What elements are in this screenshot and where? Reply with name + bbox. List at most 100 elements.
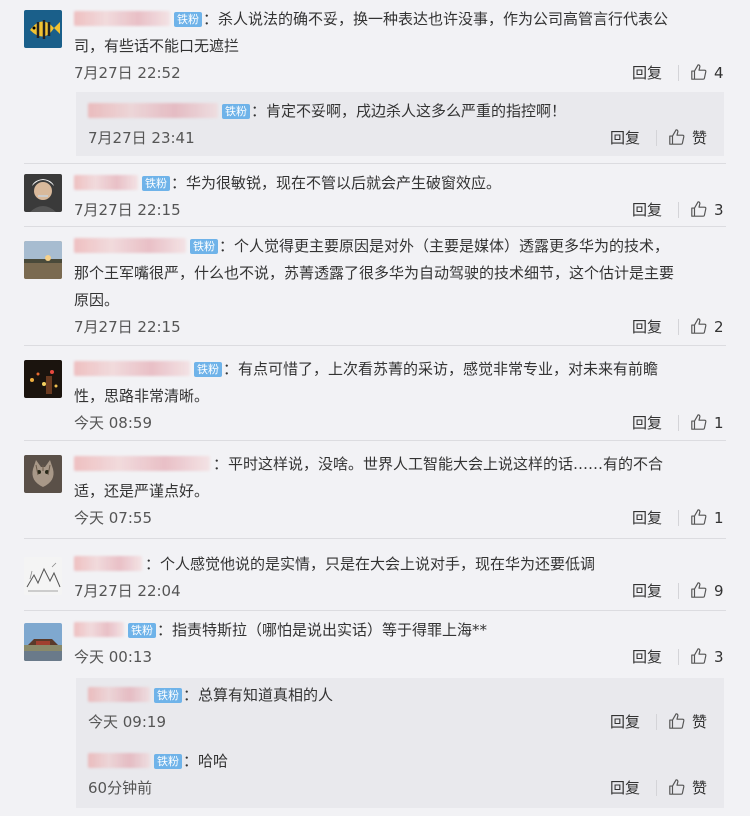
- cat-avatar-icon: [24, 455, 62, 493]
- comment-7: 铁粉 ：指责特斯拉（哪怕是说出实话）等于得罪上海** 今天 00:13 回复 3: [0, 611, 750, 673]
- avatar[interactable]: [24, 10, 62, 48]
- reply-button[interactable]: 回复: [632, 646, 662, 668]
- like-button[interactable]: 3: [690, 199, 724, 221]
- username[interactable]: [74, 556, 142, 571]
- timestamp: 今天 00:13: [74, 648, 152, 666]
- thumbs-up-icon: [691, 582, 707, 598]
- like-label: 赞: [692, 779, 708, 797]
- divider: [656, 130, 657, 146]
- username[interactable]: [74, 361, 190, 376]
- thumbs-up-icon: [669, 129, 685, 145]
- username[interactable]: [74, 11, 170, 26]
- reply-thread: 铁粉 ：总算有知道真相的人 今天 09:19 回复 赞 铁粉 ：哈哈 60分钟前 回…: [76, 678, 724, 808]
- username[interactable]: [74, 238, 186, 253]
- like-button[interactable]: 1: [690, 507, 724, 529]
- like-label: 赞: [692, 713, 708, 731]
- timestamp: 今天 08:59: [74, 414, 152, 432]
- comment-text: ：有点可惜了，上次看苏菁的采访，感觉非常专业，对未来有前瞻: [223, 360, 659, 378]
- thumbs-up-icon: [691, 648, 707, 664]
- avatar[interactable]: [24, 174, 62, 212]
- comment-4: 铁粉 ：有点可惜了，上次看苏菁的采访，感觉非常专业，对未来有前瞻 性，思路非常清晰…: [0, 346, 750, 440]
- like-count: 2: [714, 318, 724, 336]
- like-button[interactable]: 3: [690, 646, 724, 668]
- divider: [678, 319, 679, 335]
- timestamp: 今天 09:19: [88, 713, 166, 731]
- username[interactable]: [74, 175, 138, 190]
- thumbs-up-icon: [669, 779, 685, 795]
- like-count: 3: [714, 648, 724, 666]
- timestamp: 7月27日 22:52: [74, 64, 181, 82]
- reply-button[interactable]: 回复: [632, 316, 662, 338]
- night-scene-avatar-icon: [24, 360, 62, 398]
- avatar[interactable]: [24, 623, 62, 661]
- fan-badge: 铁粉: [142, 176, 170, 191]
- fan-badge: 铁粉: [174, 12, 202, 27]
- like-label: 赞: [692, 129, 708, 147]
- reply-button[interactable]: 回复: [610, 777, 640, 799]
- username[interactable]: [88, 687, 150, 702]
- divider: [678, 415, 679, 431]
- reply-button[interactable]: 回复: [632, 580, 662, 602]
- like-button[interactable]: 2: [690, 316, 724, 338]
- comment-text: ：个人感觉他说的是实情，只是在大会上说对手，现在华为还要低调: [145, 555, 596, 573]
- timestamp: 7月27日 22:15: [74, 318, 181, 336]
- like-button[interactable]: 1: [690, 412, 724, 434]
- like-button[interactable]: 4: [690, 62, 724, 84]
- reply-button[interactable]: 回复: [632, 62, 662, 84]
- comment-text: 那个王军嘴很严，什么也不说，苏菁透露了很多华为自动驾驶的技术细节，这个估计是主要: [74, 264, 675, 282]
- like-button[interactable]: 赞: [668, 711, 707, 733]
- like-button[interactable]: 赞: [668, 127, 707, 149]
- divider: [678, 583, 679, 599]
- like-count: 3: [714, 201, 724, 219]
- fish-avatar-icon: [24, 10, 62, 48]
- reply-button[interactable]: 回复: [610, 711, 640, 733]
- reply-text: ：哈哈: [183, 752, 229, 770]
- comment-text: 性，思路非常清晰。: [74, 387, 210, 405]
- timestamp: 60分钟前: [88, 779, 153, 797]
- fan-badge: 铁粉: [154, 754, 182, 769]
- avatar[interactable]: [24, 557, 62, 595]
- comment-text: ：指责特斯拉（哪怕是说出实话）等于得罪上海**: [157, 621, 488, 639]
- comment-text: 原因。: [74, 291, 120, 309]
- username[interactable]: [74, 622, 124, 637]
- timestamp: 今天 07:55: [74, 509, 152, 527]
- reply-button[interactable]: 回复: [632, 507, 662, 529]
- reply-button[interactable]: 回复: [632, 412, 662, 434]
- landscape-avatar-icon: [24, 623, 62, 661]
- reply-text: ：肯定不妥啊，戌边杀人这多么严重的指控啊！: [251, 102, 567, 120]
- divider: [678, 649, 679, 665]
- timestamp: 7月27日 22:15: [74, 201, 181, 219]
- username[interactable]: [88, 103, 218, 118]
- like-button[interactable]: 赞: [668, 777, 707, 799]
- thumbs-up-icon: [691, 318, 707, 334]
- comment-2: 铁粉 ：华为很敏锐，现在不管以后就会产生破窗效应。 7月27日 22:15 回复 …: [0, 164, 750, 226]
- comment-5: ：平时这样说，没啥。世界人工智能大会上说这样的话……有的不合 适，还是严谨点好。…: [0, 441, 750, 533]
- sketch-avatar-icon: [24, 557, 62, 595]
- timestamp: 7月27日 23:41: [88, 129, 195, 147]
- username[interactable]: [74, 456, 210, 471]
- sunset-avatar-icon: [24, 241, 62, 279]
- thumbs-up-icon: [669, 713, 685, 729]
- thumbs-up-icon: [691, 414, 707, 430]
- thumbs-up-icon: [691, 64, 707, 80]
- like-count: 1: [714, 414, 724, 432]
- reply-button[interactable]: 回复: [610, 127, 640, 149]
- fan-badge: 铁粉: [222, 104, 250, 119]
- comment-text: 司，有些话不能口无遮拦: [74, 37, 240, 55]
- comment-6: ：个人感觉他说的是实情，只是在大会上说对手，现在华为还要低调 7月27日 22:…: [0, 539, 750, 609]
- comment-text: ：平时这样说，没啥。世界人工智能大会上说这样的话……有的不合: [213, 455, 664, 473]
- like-button[interactable]: 9: [690, 580, 724, 602]
- timestamp: 7月27日 22:04: [74, 582, 181, 600]
- thumbs-up-icon: [691, 201, 707, 217]
- reply-text: ：总算有知道真相的人: [183, 686, 334, 704]
- username[interactable]: [88, 753, 150, 768]
- like-count: 9: [714, 582, 724, 600]
- portrait-avatar-icon: [24, 174, 62, 212]
- comment-text: ：个人觉得更主要原因是对外（主要是媒体）透露更多华为的技术，: [219, 237, 670, 255]
- avatar[interactable]: [24, 241, 62, 279]
- divider: [656, 714, 657, 730]
- reply-button[interactable]: 回复: [632, 199, 662, 221]
- comment-text: 适，还是严谨点好。: [74, 482, 210, 500]
- avatar[interactable]: [24, 360, 62, 398]
- avatar[interactable]: [24, 455, 62, 493]
